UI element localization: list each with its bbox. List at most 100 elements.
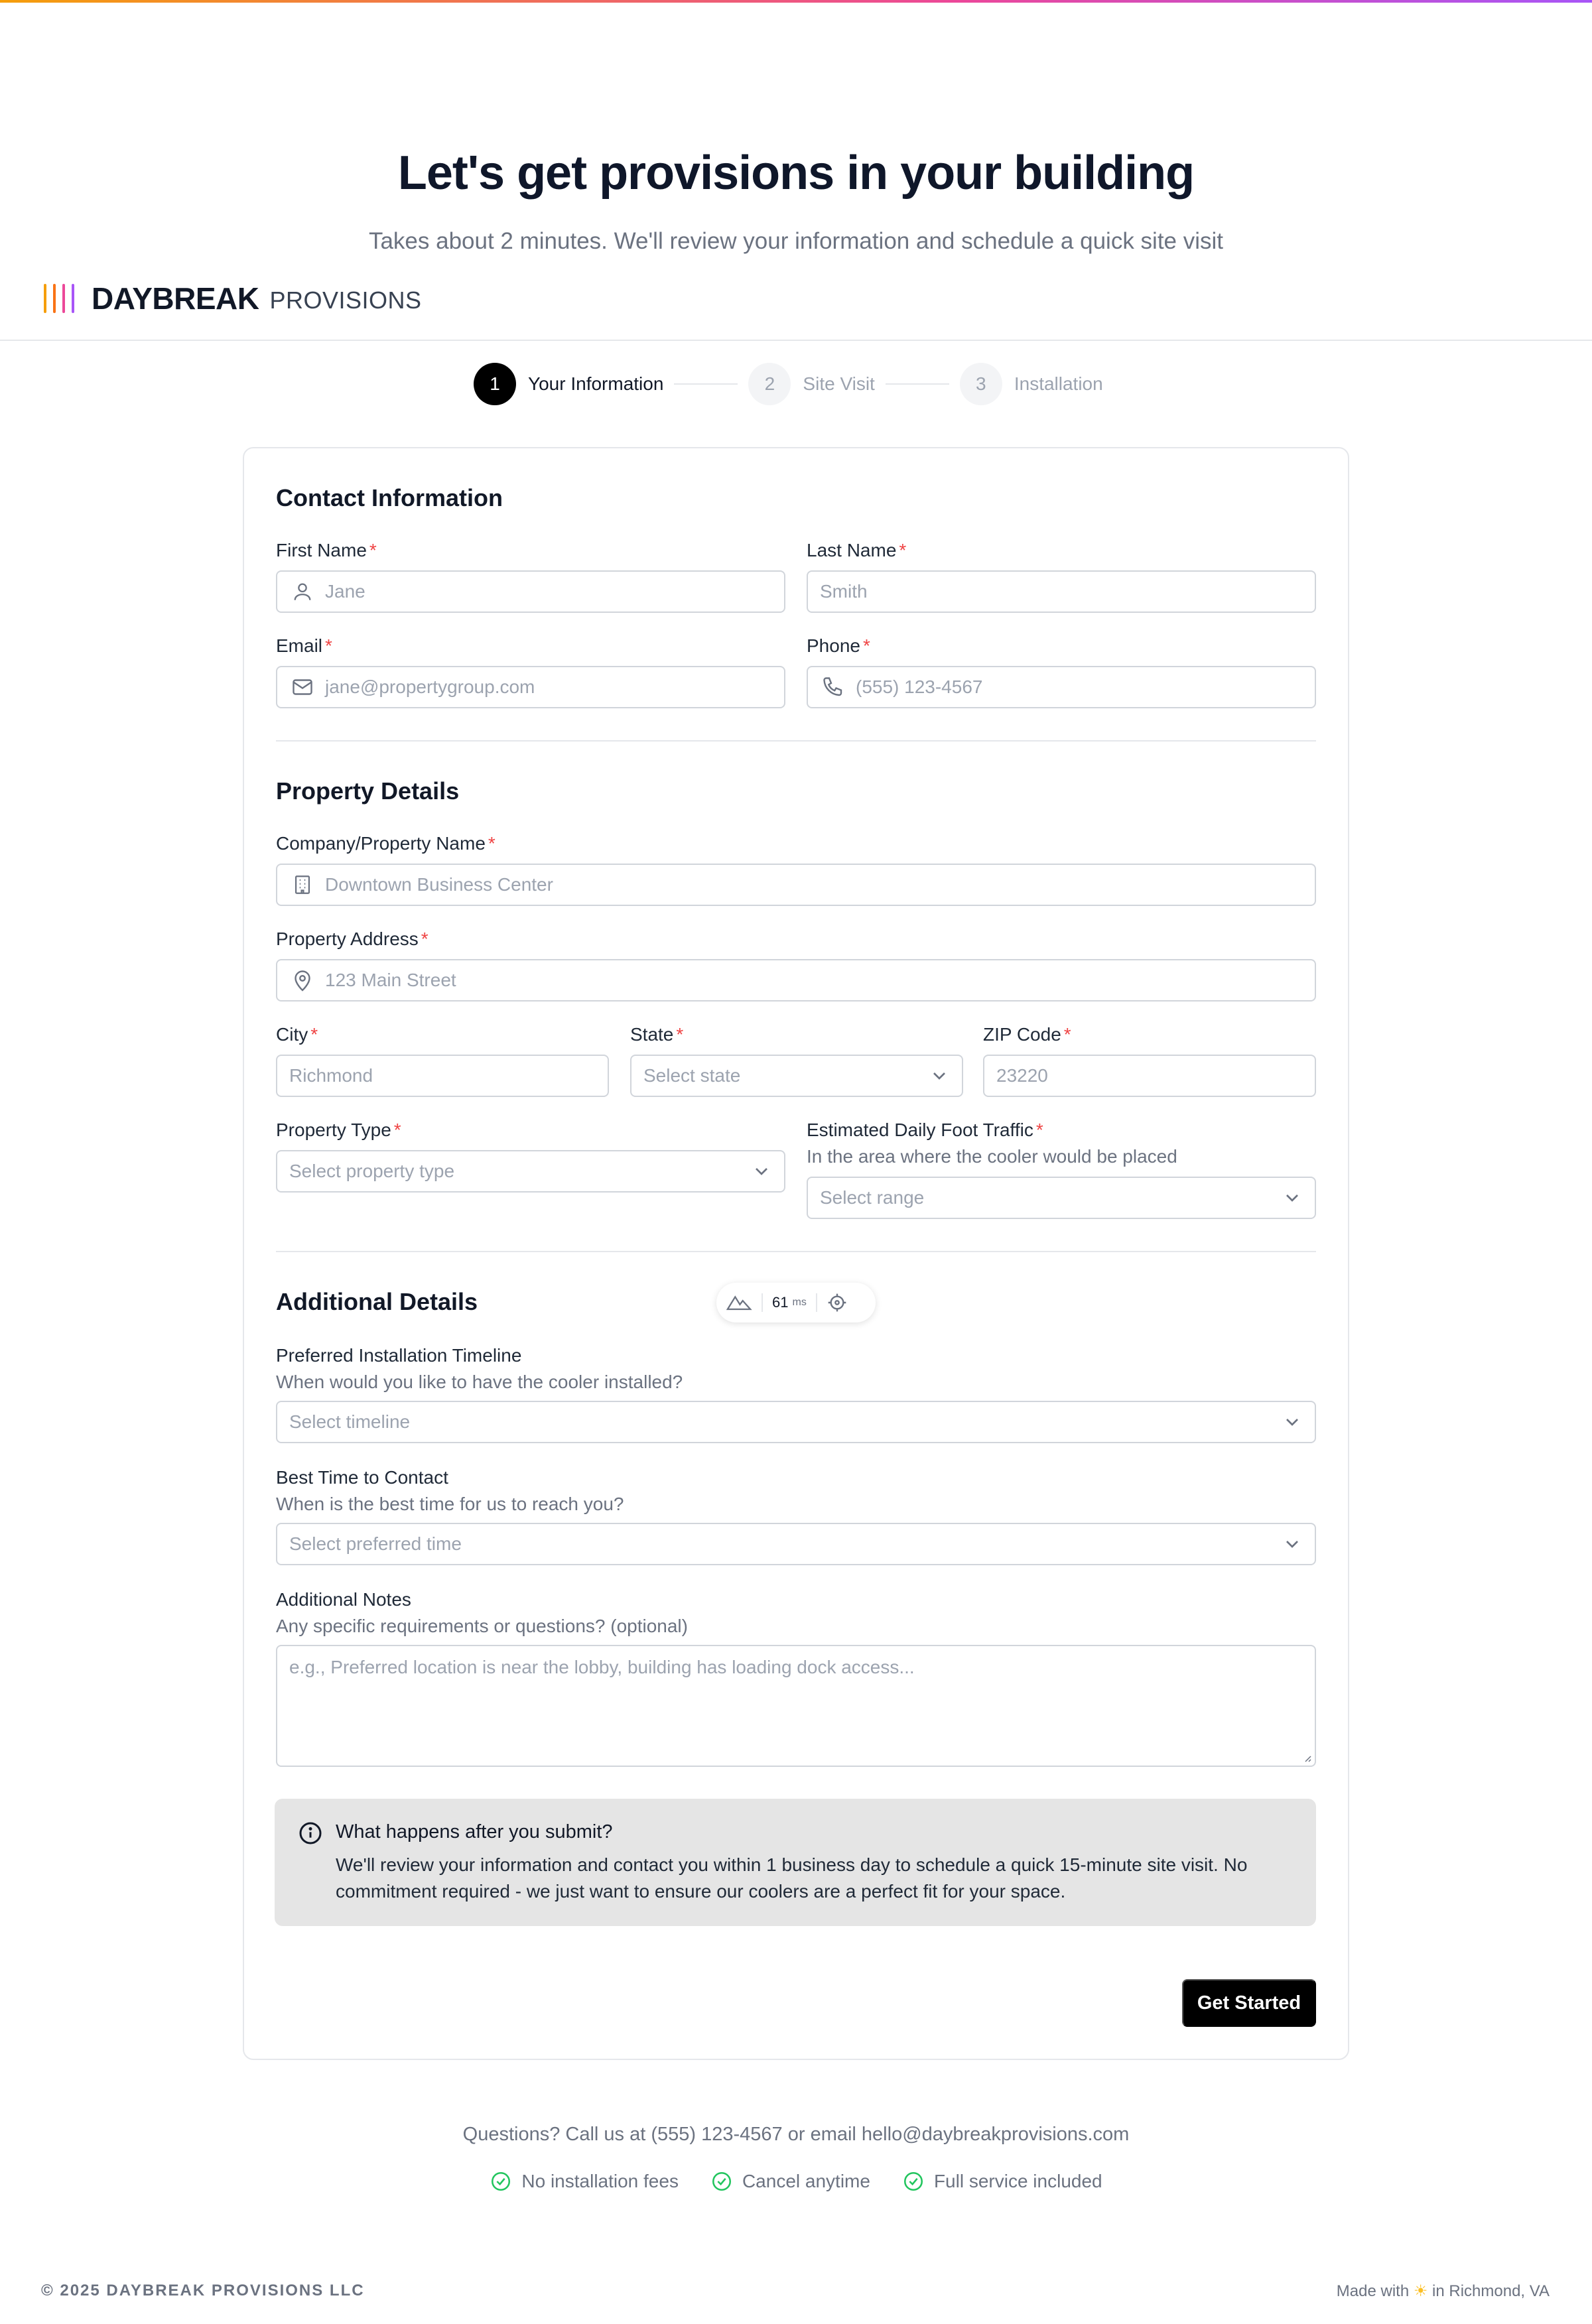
step-number: 2 <box>748 363 791 405</box>
city-placeholder: Richmond <box>289 1065 373 1086</box>
company-input[interactable]: Downtown Business Center <box>276 864 1316 906</box>
address-label: Property Address * <box>276 929 429 949</box>
notes-placeholder: e.g., Preferred location is near the lob… <box>289 1657 915 1677</box>
phone-icon <box>820 674 846 700</box>
notes-textarea[interactable]: e.g., Preferred location is near the lob… <box>276 1645 1316 1767</box>
foot-traffic-select[interactable]: Select range <box>807 1177 1316 1219</box>
phone-input[interactable]: (555) 123-4567 <box>807 666 1316 708</box>
email-label: Email * <box>276 635 332 656</box>
property-type-label: Property Type * <box>276 1120 401 1140</box>
map-pin-icon <box>289 967 316 994</box>
chevron-down-icon <box>933 1072 945 1080</box>
header-divider <box>0 340 1592 341</box>
first-name-input[interactable]: Jane <box>276 570 785 613</box>
contact-time-label: Best Time to Contact <box>276 1467 448 1488</box>
brand-name: DAYBREAK <box>92 281 259 316</box>
footer-badges: No installation fees Cancel anytime Full… <box>0 2170 1592 2193</box>
timeline-select[interactable]: Select timeline <box>276 1401 1316 1443</box>
logo-bars-icon <box>44 284 74 313</box>
email-placeholder: jane@propertygroup.com <box>325 677 535 697</box>
city-label: City * <box>276 1024 318 1045</box>
resize-handle-icon[interactable] <box>1301 1752 1312 1763</box>
zip-placeholder: 23220 <box>996 1065 1048 1086</box>
company-label: Company/Property Name * <box>276 833 496 854</box>
address-input[interactable]: 123 Main Street <box>276 959 1316 1001</box>
check-circle-icon <box>903 2171 923 2191</box>
step-your-information: 1 Your Information <box>474 363 663 405</box>
badge-label: No installation fees <box>521 2171 679 2191</box>
step-connector <box>674 383 738 385</box>
step-label: Installation <box>1014 373 1103 394</box>
perf-value: 61 <box>772 1294 789 1311</box>
last-name-label: Last Name * <box>807 540 907 560</box>
info-title: What happens after you submit? <box>336 1821 613 1842</box>
mountain-icon <box>726 1295 752 1311</box>
first-name-label: First Name * <box>276 540 377 560</box>
foot-traffic-placeholder: Select range <box>820 1187 925 1208</box>
contact-time-select[interactable]: Select preferred time <box>276 1523 1316 1565</box>
perf-widget[interactable]: 61 ms <box>716 1283 876 1323</box>
made-prefix: Made with <box>1336 2282 1410 2300</box>
step-number: 1 <box>474 363 516 405</box>
last-name-placeholder: Smith <box>820 581 868 602</box>
step-label: Your Information <box>528 373 664 394</box>
phone-label: Phone * <box>807 635 870 656</box>
made-suffix: in Richmond, VA <box>1432 2282 1550 2300</box>
user-icon <box>289 578 316 605</box>
section-divider <box>276 740 1316 742</box>
page-subtitle: Takes about 2 minutes. We'll review your… <box>368 228 1224 254</box>
zip-label: ZIP Code * <box>983 1024 1071 1045</box>
state-select[interactable]: Select state <box>630 1055 963 1097</box>
badge-cancel-anytime: Cancel anytime <box>710 2170 870 2193</box>
crosshair-icon[interactable] <box>827 1292 848 1313</box>
copyright: © 2025 DAYBREAK PROVISIONS LLC <box>41 2282 365 2299</box>
email-input[interactable]: jane@propertygroup.com <box>276 666 785 708</box>
timeline-label: Preferred Installation Timeline <box>276 1345 522 1366</box>
chevron-down-icon <box>1286 1194 1298 1202</box>
perf-unit: ms <box>792 1297 807 1308</box>
last-name-input[interactable]: Smith <box>807 570 1316 613</box>
section-title-property: Property Details <box>276 777 460 805</box>
perf-separator <box>815 1293 817 1312</box>
section-title-additional: Additional Details <box>276 1288 478 1315</box>
city-input[interactable]: Richmond <box>276 1055 609 1097</box>
badge-no-installation-fees: No installation fees <box>490 2170 679 2193</box>
page-title: Let's get provisions in your building <box>397 147 1195 200</box>
brand-subname: PROVISIONS <box>269 287 422 314</box>
contact-time-help: When is the best time for us to reach yo… <box>276 1494 624 1514</box>
chevron-down-icon <box>1286 1541 1298 1548</box>
badge-label: Cancel anytime <box>742 2171 870 2191</box>
info-body: We'll review your information and contac… <box>336 1854 1248 1902</box>
sun-icon: ☀ <box>1413 2282 1428 2300</box>
foot-traffic-help: In the area where the cooler would be pl… <box>807 1146 1177 1167</box>
property-type-select[interactable]: Select property type <box>276 1150 785 1193</box>
building-icon <box>289 871 316 898</box>
made-with-text: Made with ☀ in Richmond, VA <box>1337 2282 1550 2301</box>
get-started-button[interactable]: Get Started <box>1182 1979 1316 2027</box>
contact-time-placeholder: Select preferred time <box>289 1533 462 1554</box>
chevron-down-icon <box>756 1168 767 1175</box>
info-box: What happens after you submit? We'll rev… <box>275 1799 1316 1926</box>
zip-input[interactable]: 23220 <box>983 1055 1316 1097</box>
address-placeholder: 123 Main Street <box>325 970 456 990</box>
foot-traffic-label: Estimated Daily Foot Traffic * <box>807 1120 1043 1140</box>
top-gradient-bar <box>0 0 1592 3</box>
step-installation: 3 Installation <box>959 363 1103 405</box>
chevron-down-icon <box>1286 1419 1298 1426</box>
company-placeholder: Downtown Business Center <box>325 874 553 895</box>
perf-separator <box>762 1293 763 1312</box>
step-label: Site Visit <box>803 373 875 394</box>
property-type-placeholder: Select property type <box>289 1161 455 1181</box>
badge-full-service: Full service included <box>902 2170 1102 2193</box>
notes-help: Any specific requirements or questions? … <box>276 1616 688 1636</box>
progress-stepper: 1 Your Information 2 Site Visit 3 Instal… <box>474 362 1103 406</box>
first-name-placeholder: Jane <box>325 581 365 602</box>
footer-contact-text: Questions? Call us at (555) 123-4567 or … <box>462 2124 1130 2145</box>
brand-logo[interactable]: DAYBREAK PROVISIONS <box>44 279 422 318</box>
step-number: 3 <box>959 363 1002 405</box>
state-placeholder: Select state <box>643 1065 741 1086</box>
timeline-placeholder: Select timeline <box>289 1411 411 1432</box>
notes-label: Additional Notes <box>276 1589 411 1610</box>
badge-label: Full service included <box>933 2171 1102 2191</box>
timeline-help: When would you like to have the cooler i… <box>276 1372 683 1392</box>
